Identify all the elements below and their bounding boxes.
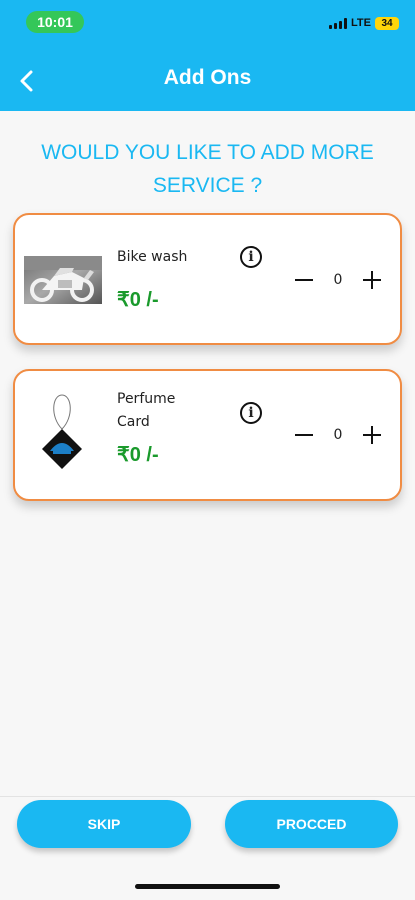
- signal-icon: [329, 17, 348, 29]
- status-time: 10:01: [26, 11, 84, 33]
- quantity-value: 0: [333, 427, 343, 443]
- battery-icon: 34: [375, 16, 399, 30]
- add-service-prompt: WOULD YOU LIKE TO ADD MORE SERVICE ?: [41, 141, 374, 197]
- addon-price: ₹0 /-: [117, 444, 159, 466]
- addon-card-bike-wash: Bike wash ₹0 /- i 0: [13, 213, 402, 345]
- increment-button[interactable]: [361, 269, 383, 291]
- home-indicator[interactable]: [135, 884, 280, 889]
- quantity-value: 0: [333, 272, 343, 288]
- network-label: LTE: [351, 17, 371, 29]
- increment-button[interactable]: [361, 424, 383, 446]
- quantity-stepper: 0: [293, 423, 383, 447]
- decrement-button[interactable]: [293, 424, 315, 446]
- battery-level: 34: [381, 17, 393, 29]
- addon-price: ₹0 /-: [117, 289, 159, 311]
- motorbike-photo: [24, 256, 102, 304]
- decrement-button[interactable]: [293, 269, 315, 291]
- app-header: 10:01 LTE 34 Add Ons: [0, 0, 415, 111]
- addon-card-perfume: Perfume Card ₹0 /- i 0: [13, 369, 402, 501]
- air-freshener-card-photo: [42, 394, 82, 469]
- info-icon[interactable]: i: [240, 246, 262, 268]
- info-icon[interactable]: i: [240, 402, 262, 424]
- proceed-button[interactable]: PROCCED: [225, 800, 398, 848]
- skip-button[interactable]: SKIP: [17, 800, 191, 848]
- addon-name: Perfume Card: [117, 391, 176, 430]
- quantity-stepper: 0: [293, 268, 383, 292]
- page-title: Add Ons: [163, 66, 252, 89]
- addon-name: Bike wash: [117, 249, 188, 265]
- status-indicators: LTE 34: [329, 14, 399, 32]
